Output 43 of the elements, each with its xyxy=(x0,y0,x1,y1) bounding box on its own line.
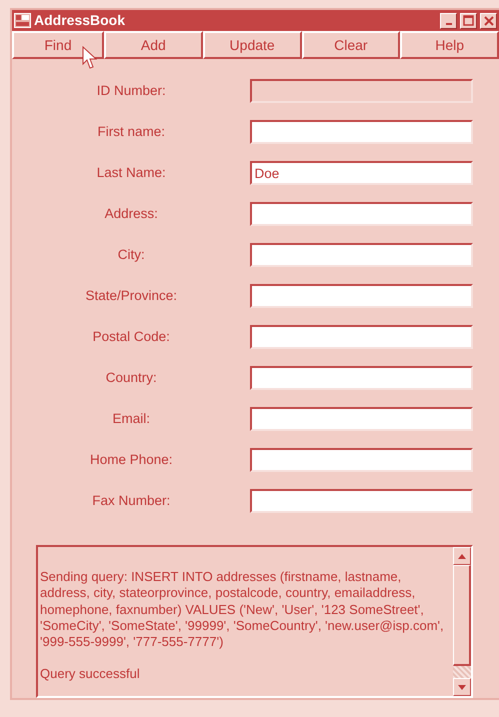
toolbar-button[interactable]: Find xyxy=(12,31,104,59)
input-field[interactable] xyxy=(250,407,473,431)
maximize-button[interactable] xyxy=(460,12,477,28)
input-field[interactable] xyxy=(250,448,473,472)
maximize-icon xyxy=(463,15,474,26)
input-field[interactable] xyxy=(250,202,473,226)
toolbar-button[interactable]: Add xyxy=(104,31,203,59)
field-label: Country: xyxy=(104,368,158,387)
toolbar-button[interactable]: Help xyxy=(400,31,499,59)
log-message: Query successful xyxy=(40,666,141,683)
field-label: Fax Number: xyxy=(91,492,172,510)
pointer-icon xyxy=(82,46,97,70)
toolbar-button[interactable]: Update xyxy=(202,31,302,59)
input-field[interactable] xyxy=(250,243,473,267)
input-field[interactable]: Doe xyxy=(250,161,473,185)
field-label: Address: xyxy=(104,204,159,223)
field-label: Last Name: xyxy=(96,164,167,182)
scroll-up-button[interactable] xyxy=(453,547,471,565)
field-label: Home Phone: xyxy=(88,450,174,469)
input-field[interactable] xyxy=(250,366,473,390)
scroll-thumb[interactable] xyxy=(453,565,471,666)
field-label: City: xyxy=(116,246,146,264)
log-message: Sending query: INSERT INTO addresses (firstname, lastname, address, city, stateorprovince, postalcode, country, emailaddress, homephone, faxnumber) VALUES ('New', 'User', '123 SomeStreet', 'SomeCity', 'SomeState', '99999', 'SomeCountry', 'new.user@isp.com', '999-555-9999', '777-555-7777') xyxy=(40,569,445,650)
up-arrow-icon xyxy=(458,554,466,558)
close-icon xyxy=(484,16,494,26)
scroll-track[interactable] xyxy=(453,666,471,678)
field-label: Postal Code: xyxy=(92,328,171,346)
down-arrow-icon xyxy=(458,684,466,690)
input-field[interactable] xyxy=(250,120,473,144)
field-label: ID Number: xyxy=(96,82,167,100)
field-label: State/Province: xyxy=(84,286,178,305)
close-button[interactable] xyxy=(480,12,497,28)
input-field[interactable] xyxy=(250,489,473,513)
input-field[interactable] xyxy=(250,284,473,308)
scroll-down-button[interactable] xyxy=(453,678,471,696)
log-box[interactable] xyxy=(36,545,473,698)
minimize-icon xyxy=(446,23,452,25)
toolbar-button[interactable]: Clear xyxy=(302,31,400,59)
window-title: AddressBook xyxy=(34,11,126,30)
input-field[interactable] xyxy=(250,325,473,349)
field-label: Email: xyxy=(111,410,151,428)
minimize-button[interactable] xyxy=(440,12,457,28)
field-label: First name: xyxy=(96,122,166,141)
